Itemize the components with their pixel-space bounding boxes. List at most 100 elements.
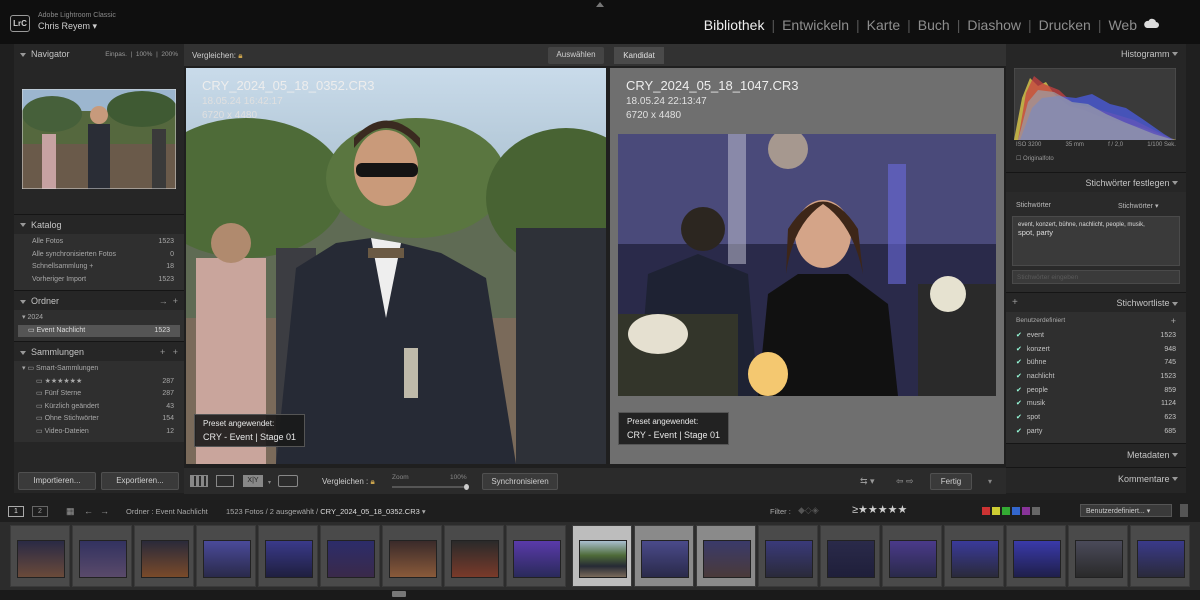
filmstrip-thumb[interactable]	[134, 525, 194, 587]
add-icon[interactable]: +	[1012, 297, 1018, 308]
source-path[interactable]: Ordner : Event Nachlicht	[126, 507, 208, 516]
survey-view-icon[interactable]	[278, 475, 298, 487]
cloud-icon[interactable]	[1143, 18, 1159, 28]
collection-item[interactable]: ▭ Video-Dateien 12	[14, 426, 184, 439]
thumb-image[interactable]	[889, 540, 937, 578]
collapse-triangle-icon[interactable]	[1172, 453, 1178, 457]
module-karte[interactable]: Karte	[860, 17, 907, 33]
thumb-image[interactable]	[641, 540, 689, 578]
zoom-100[interactable]: 100%	[136, 51, 153, 58]
filmstrip-thumb[interactable]	[196, 525, 256, 587]
add-icon[interactable]: +	[173, 296, 178, 306]
original-photo-checkbox[interactable]: ☐ Originalfoto	[1016, 155, 1054, 162]
collection-item[interactable]: ▭ Ohne Stichwörter 154	[14, 413, 184, 426]
filmstrip-thumb[interactable]	[1006, 525, 1066, 587]
import-button[interactable]: Importieren...	[18, 472, 96, 490]
filmstrip-thumb[interactable]	[382, 525, 442, 587]
grid-icon[interactable]: ▦	[66, 506, 75, 517]
keyword-row[interactable]: ✔ bühne 745	[1006, 356, 1186, 370]
filmstrip-thumb[interactable]	[944, 525, 1004, 587]
katalog-item[interactable]: Alle Fotos 1523	[14, 236, 184, 249]
filmstrip-scrollbar[interactable]	[0, 590, 1200, 600]
grid-view-icon[interactable]	[190, 475, 208, 487]
filmstrip-thumb-candidate[interactable]	[634, 525, 694, 587]
thumb-image[interactable]	[1137, 540, 1185, 578]
add-icon[interactable]: +	[1171, 315, 1176, 329]
done-button[interactable]: Fertig	[930, 473, 972, 490]
prev-next-icon[interactable]: ⇦ ⇨	[896, 476, 914, 487]
select-photo[interactable]: CRY_2024_05_18_0352.CR3 18.05.24 16:42:1…	[186, 68, 606, 464]
keyword-row[interactable]: ✔ party 685	[1006, 425, 1186, 439]
filmstrip-thumb[interactable]	[72, 525, 132, 587]
thumb-image[interactable]	[389, 540, 437, 578]
filmstrip-thumb[interactable]	[258, 525, 318, 587]
collapse-triangle-icon[interactable]	[1172, 180, 1178, 185]
keyword-input[interactable]: Stichwörter eingeben	[1012, 270, 1180, 284]
lock-icon[interactable]: 🔒︎	[238, 51, 242, 60]
green-label-icon[interactable]	[1002, 507, 1010, 515]
loupe-view-icon[interactable]	[216, 475, 234, 487]
keyword-row[interactable]: ✔ musik 1124	[1006, 397, 1186, 411]
filmstrip-thumb[interactable]	[696, 525, 756, 587]
thumb-image[interactable]	[703, 540, 751, 578]
collapse-triangle-icon[interactable]	[1172, 52, 1178, 56]
zoom-fit[interactable]: Einpas.	[105, 51, 127, 58]
keywording-header[interactable]: Stichwörter festlegen	[1006, 172, 1186, 192]
thumb-image[interactable]	[951, 540, 999, 578]
ordner-year[interactable]: ▾ 2024	[14, 312, 184, 325]
collapse-triangle-icon[interactable]	[1172, 301, 1178, 306]
check-icon[interactable]: ✔	[1016, 359, 1022, 366]
zoom-200[interactable]: 200%	[161, 51, 178, 58]
metadata-header[interactable]: Metadaten	[1006, 442, 1186, 467]
collection-item[interactable]: ▭ Kürzlich geändert 43	[14, 401, 184, 414]
sync-button[interactable]: Synchronisieren	[482, 473, 558, 490]
flag-filter-icon[interactable]: ◆◇◈	[798, 505, 819, 516]
katalog-item[interactable]: Schnellsammlung + 18	[14, 261, 184, 274]
katalog-header[interactable]: Katalog	[14, 214, 184, 234]
collection-item[interactable]: ▭ Fünf Sterne 287	[14, 388, 184, 401]
lock-icon[interactable]: 🔒︎	[371, 477, 375, 486]
histogram-graph[interactable]	[1014, 68, 1176, 140]
keyword-list-header[interactable]: + Stichwortliste	[1006, 292, 1186, 312]
katalog-item[interactable]: Vorheriger Import 1523	[14, 274, 184, 287]
collapse-triangle-icon[interactable]	[20, 299, 26, 304]
keyword-row[interactable]: ✔ event 1523	[1006, 329, 1186, 343]
filter-preset-dropdown[interactable]: Benutzerdefiniert... ▾	[1080, 504, 1172, 517]
collapse-top-arrow-icon[interactable]	[596, 2, 604, 7]
thumb-image[interactable]	[17, 540, 65, 578]
navigator-thumbnail[interactable]	[22, 89, 176, 189]
collapse-triangle-icon[interactable]	[1172, 477, 1178, 481]
user-name[interactable]: Chris Reyem ▾	[38, 21, 97, 32]
keyword-row[interactable]: ✔ konzert 948	[1006, 343, 1186, 357]
keywords-textarea[interactable]: event, konzert, bühne, nachlicht, people…	[1012, 216, 1180, 266]
check-icon[interactable]: ✔	[1016, 373, 1022, 380]
star-rating-filter[interactable]: ≥★★★★★	[852, 503, 907, 516]
add-icon[interactable]: +	[160, 347, 165, 357]
thumb-image[interactable]	[79, 540, 127, 578]
thumb-image[interactable]	[765, 540, 813, 578]
zoom-slider-track[interactable]	[392, 486, 468, 488]
check-icon[interactable]: ✔	[1016, 387, 1022, 394]
purple-label-icon[interactable]	[1022, 507, 1030, 515]
collapse-triangle-icon[interactable]	[20, 350, 26, 355]
navigator-preview[interactable]	[14, 64, 184, 214]
swap-icon[interactable]: ⇆ ▾	[860, 476, 875, 487]
gray-label-icon[interactable]	[1032, 507, 1040, 515]
select-photo-image[interactable]	[186, 68, 606, 464]
filmstrip-thumb[interactable]	[10, 525, 70, 587]
filmstrip-thumb[interactable]	[444, 525, 504, 587]
selection-summary[interactable]: 1523 Fotos / 2 ausgewählt / CRY_2024_05_…	[226, 507, 426, 516]
check-icon[interactable]: ✔	[1016, 346, 1022, 353]
candidate-photo[interactable]: CRY_2024_05_18_1047.CR3 18.05.24 22:13:4…	[610, 68, 1004, 464]
check-icon[interactable]: ✔	[1016, 400, 1022, 407]
navigator-header[interactable]: Navigator Einpas. | 100% | 200%	[14, 44, 184, 64]
zoom-slider-handle[interactable]	[464, 484, 469, 490]
filmstrip-thumb-selected[interactable]	[572, 525, 632, 587]
filmstrip-thumb[interactable]	[1130, 525, 1190, 587]
red-label-icon[interactable]	[982, 507, 990, 515]
thumb-image[interactable]	[265, 540, 313, 578]
check-icon[interactable]: ✔	[1016, 428, 1022, 435]
blue-label-icon[interactable]	[1012, 507, 1020, 515]
scroll-thumb[interactable]	[392, 591, 406, 597]
collection-item[interactable]: ▭ ★★★★★★ 287	[14, 376, 184, 389]
